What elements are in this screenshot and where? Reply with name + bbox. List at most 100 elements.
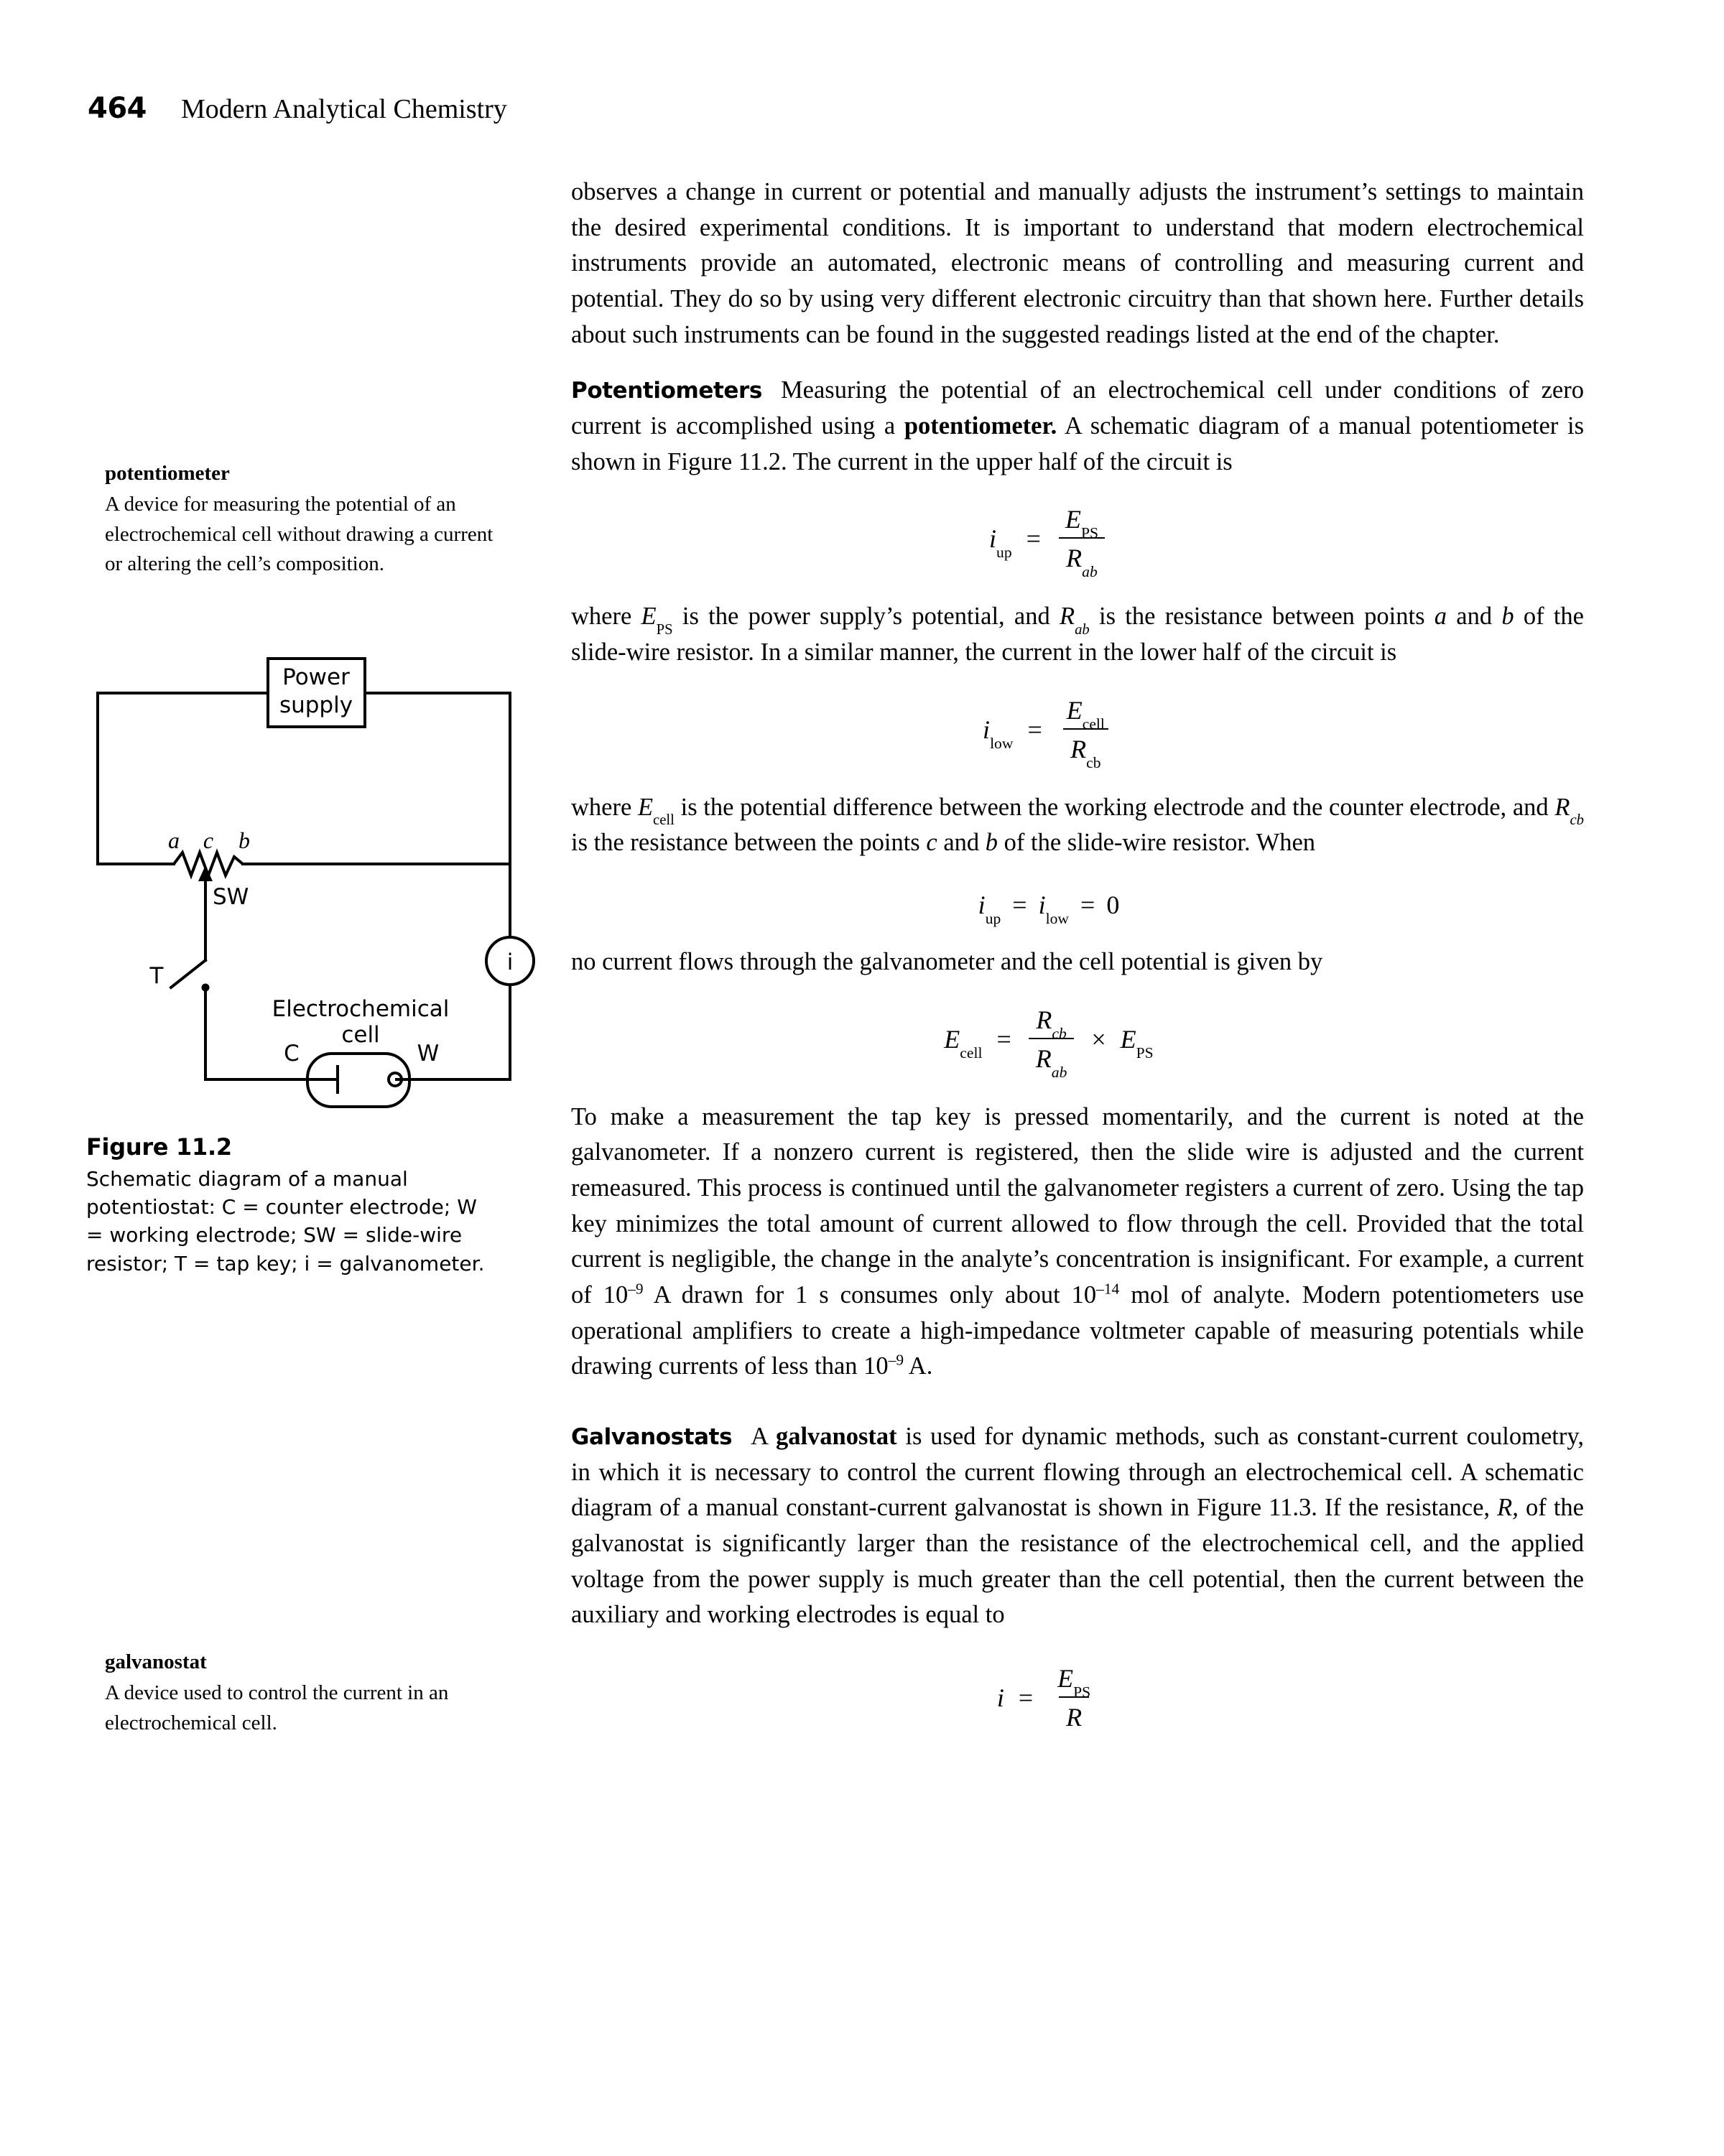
page-number: 464 bbox=[88, 92, 147, 125]
where-cell-text-1: where bbox=[571, 793, 638, 821]
eq1-den-var: R bbox=[1066, 544, 1083, 573]
eq1-lhs-sub: up bbox=[996, 544, 1012, 562]
eq3-operator-2: = bbox=[1080, 891, 1095, 920]
eq1-operator: = bbox=[1026, 524, 1041, 554]
measurement-text-1: To make a measurement the tap key is pre… bbox=[571, 1102, 1584, 1309]
galvanostats-text-1: A bbox=[751, 1423, 776, 1451]
node-label-c: c bbox=[203, 827, 213, 853]
eq1-num-var: E bbox=[1065, 505, 1081, 534]
eq4-num-sub: cb bbox=[1052, 1024, 1067, 1042]
where-cell-text-2: is the potential difference between the … bbox=[674, 793, 1555, 821]
eq1-num-sub: PS bbox=[1080, 524, 1098, 542]
measurement-text-4: A. bbox=[904, 1352, 933, 1380]
eq1-lhs-var: i bbox=[989, 524, 997, 554]
eq2-num-sub: cell bbox=[1082, 715, 1105, 733]
eq2-lhs-var: i bbox=[983, 715, 991, 744]
where-ps-text-1: where bbox=[571, 603, 641, 631]
eq2-den-var: R bbox=[1070, 734, 1087, 763]
figure-caption-text: Schematic diagram of a manual potentiost… bbox=[86, 1167, 485, 1276]
eq4-rhs-var: E bbox=[1120, 1024, 1136, 1054]
equation-ecell: Ecell = Rcb Rab × EPS bbox=[571, 1005, 1584, 1080]
measurement-exponent-3: –9 bbox=[888, 1351, 904, 1369]
figure-label: Figure 11.2 bbox=[86, 1133, 232, 1161]
measurement-exponent-1: –9 bbox=[628, 1280, 644, 1298]
eq3-operator-1: = bbox=[1012, 891, 1027, 920]
where-ps-text-2: is the power supply’s potential, and bbox=[672, 603, 1060, 631]
galvanostats-bold-term: galvanostat bbox=[775, 1423, 897, 1451]
galvanostats-resistance-symbol: R, bbox=[1497, 1494, 1519, 1522]
paragraph-where-ecell: where Ecell is the potential difference … bbox=[571, 793, 1584, 857]
eq5-fraction: EPS R bbox=[1050, 1663, 1098, 1732]
where-cell-text-5: of the slide-wire resistor. When bbox=[998, 829, 1316, 857]
eq5-num-var: E bbox=[1057, 1664, 1074, 1693]
eq5-den-var: R bbox=[1066, 1703, 1083, 1732]
where-ps-text-4: and bbox=[1447, 603, 1502, 631]
where-ps-text-3: is the resistance between points bbox=[1089, 603, 1435, 631]
eq4-rhs-sub: PS bbox=[1136, 1044, 1154, 1061]
potentiometers-bold-term: potentiometer. bbox=[904, 412, 1057, 440]
eq2-operator: = bbox=[1027, 715, 1042, 744]
eq5-operator: = bbox=[1018, 1683, 1034, 1713]
counter-electrode-label: C bbox=[284, 1041, 300, 1067]
paragraph-measurement: To make a measurement the tap key is pre… bbox=[571, 1100, 1584, 1385]
eq4-operator: = bbox=[996, 1024, 1011, 1054]
margin-notes-column: potentiometer A device for measuring the… bbox=[105, 460, 507, 580]
measurement-text-2: A drawn for 1 s consumes only about 10 bbox=[643, 1281, 1097, 1309]
paragraph-galvanostats: Galvanostats A galvanostat is used for dy… bbox=[571, 1419, 1584, 1633]
paragraph-potentiometers: Potentiometers Measuring the potential of… bbox=[571, 373, 1584, 480]
where-cell-text-3: is the resistance between the points bbox=[571, 829, 927, 857]
where-cell-text-4: and bbox=[937, 829, 986, 857]
eq3-rhs: 0 bbox=[1106, 891, 1120, 920]
power-supply-label-line1: Power bbox=[282, 664, 350, 690]
margin-definition-galvanostat: A device used to control the current in … bbox=[105, 1681, 449, 1734]
margin-note-galvanostat: galvanostat A device used to control the… bbox=[105, 1648, 507, 1738]
eq4-fraction: Rcb Rab bbox=[1028, 1005, 1075, 1079]
eq1-fraction: EPS Rab bbox=[1058, 504, 1106, 580]
eq4-den-sub: ab bbox=[1051, 1063, 1067, 1081]
equation-galvanostat-current: i = EPS R bbox=[571, 1663, 1584, 1732]
tap-key-label: T bbox=[149, 963, 164, 989]
eq3-mid-var: i bbox=[1038, 891, 1046, 920]
tap-key-lever bbox=[169, 958, 208, 990]
equation-zero-current: iup = ilow = 0 bbox=[571, 890, 1584, 926]
paragraph-where-eps: where EPS is the power supply’s potentia… bbox=[571, 603, 1584, 666]
paragraph-intro: observes a change in current or potentia… bbox=[571, 178, 1584, 348]
figure-caption-block: Figure 11.2 Schematic diagram of a manua… bbox=[86, 1133, 488, 1278]
node-label-a: a bbox=[168, 827, 180, 853]
working-electrode-label: W bbox=[417, 1041, 440, 1067]
eq4-num-var: R bbox=[1036, 1005, 1052, 1034]
eq2-lhs-sub: low bbox=[990, 734, 1014, 752]
main-text-column: observes a change in current or potentia… bbox=[571, 175, 1584, 1758]
equation-i-low: ilow = Ecell Rcb bbox=[571, 695, 1584, 770]
cell-label-line1: Electrochemical bbox=[272, 996, 450, 1022]
running-head: 464 Modern Analytical Chemistry bbox=[88, 92, 507, 125]
margin-note-potentiometer: potentiometer A device for measuring the… bbox=[105, 460, 507, 580]
eq2-num-var: E bbox=[1066, 695, 1083, 725]
eq4-lhs-var: E bbox=[944, 1024, 960, 1054]
cell-label-line2: cell bbox=[341, 1022, 379, 1048]
galvanometer-label: i bbox=[507, 949, 514, 975]
margin-term-galvanostat: galvanostat bbox=[105, 1650, 207, 1673]
eq1-den-sub: ab bbox=[1082, 563, 1098, 581]
paragraph-no-current: no current flows through the galvanomete… bbox=[571, 948, 1323, 976]
eq3-lhs-var: i bbox=[978, 891, 986, 920]
eq5-num-sub: PS bbox=[1073, 1683, 1091, 1701]
eq3-mid-sub: low bbox=[1045, 909, 1069, 927]
eq5-lhs-var: i bbox=[996, 1683, 1004, 1713]
tap-key-contact-dot bbox=[201, 983, 210, 992]
figure-11-2-circuit-diagram: Power supply a c b SW T i Electrochemica… bbox=[85, 650, 544, 1138]
eq4-lhs-sub: cell bbox=[960, 1044, 983, 1061]
power-supply-label-line2: supply bbox=[279, 692, 353, 718]
slide-wire-label: SW bbox=[213, 884, 249, 910]
book-title: Modern Analytical Chemistry bbox=[181, 94, 507, 124]
eq4-den-var: R bbox=[1035, 1044, 1052, 1073]
node-label-b: b bbox=[238, 827, 250, 853]
margin-definition-potentiometer: A device for measuring the potential of … bbox=[105, 492, 493, 576]
eq4-times-operator: × bbox=[1091, 1024, 1106, 1054]
equation-i-up: iup = EPS Rab bbox=[571, 504, 1584, 580]
heading-potentiometers: Potentiometers bbox=[571, 378, 762, 404]
heading-galvanostats: Galvanostats bbox=[571, 1424, 733, 1451]
measurement-exponent-2: –14 bbox=[1096, 1280, 1120, 1298]
margin-term-potentiometer: potentiometer bbox=[105, 462, 230, 485]
eq2-fraction: Ecell Rcb bbox=[1060, 695, 1112, 770]
